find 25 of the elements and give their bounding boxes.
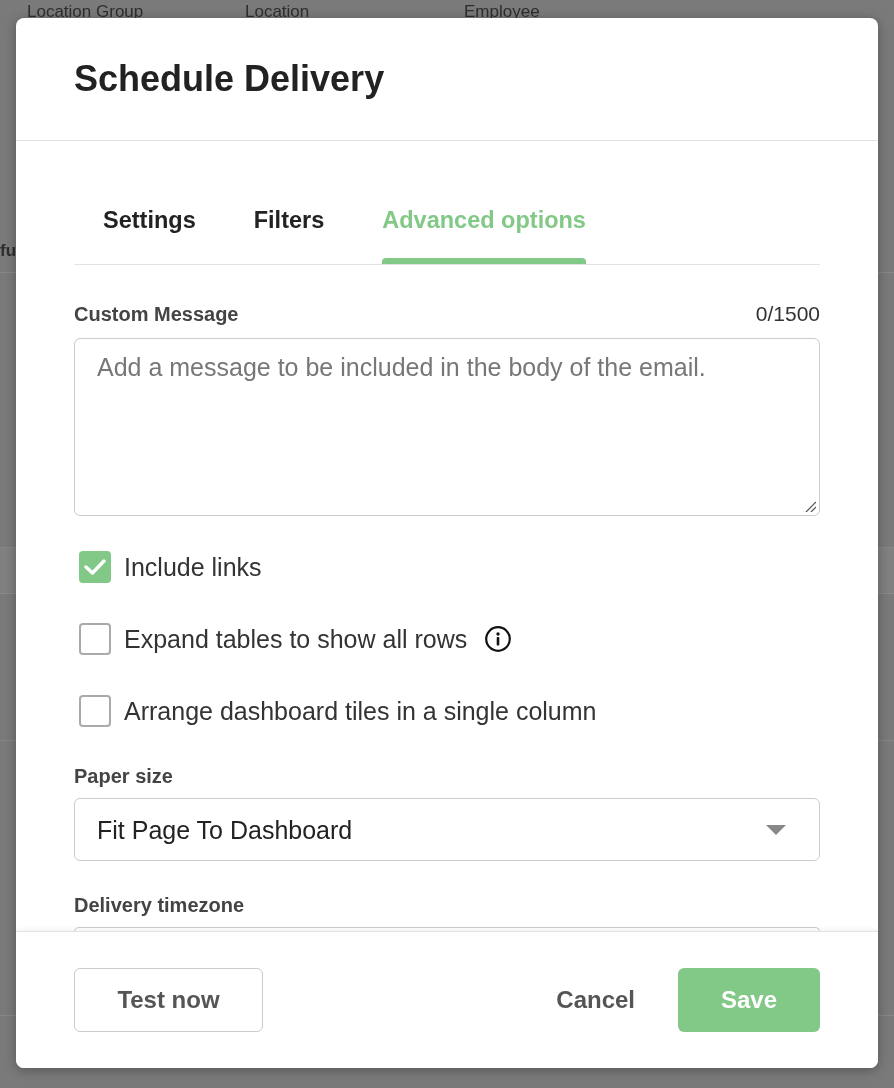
column-header: Employee [464, 2, 540, 21]
cut-off-text: fu [0, 241, 17, 261]
tab[interactable]: Filters [253, 181, 325, 264]
message-textarea[interactable]: Add a message to be included in the body of the email. [74, 338, 820, 516]
character-counter: 0/1500 [755, 303, 820, 325]
checkbox-label[interactable]: Expand tables to show all rows [124, 624, 468, 654]
caret-icon [766, 824, 786, 835]
checkbox[interactable] [79, 623, 111, 655]
paper-size-select[interactable]: Fit Page To Dashboard [74, 798, 820, 861]
tab[interactable]: Settings [103, 181, 196, 264]
checkmark-icon [84, 558, 106, 576]
checkbox[interactable] [79, 551, 111, 583]
info-icon[interactable] [485, 626, 512, 652]
checkbox-label[interactable]: Include links [124, 552, 262, 582]
field-label: Custom Message [74, 303, 239, 325]
field-label: Delivery timezone [74, 894, 246, 916]
cancel-button[interactable]: Cancel [534, 968, 657, 1032]
dialog-title: Schedule Delivery [74, 57, 385, 101]
resize-handle-icon[interactable] [805, 501, 816, 512]
checkbox[interactable] [79, 695, 111, 727]
test-now-button[interactable]: Test now [74, 968, 263, 1032]
column-header: Location Group [27, 2, 144, 21]
checkbox-label[interactable]: Arrange dashboard tiles in a single column [124, 696, 597, 726]
column-header: Location [245, 2, 310, 21]
field-label: Paper size [74, 765, 174, 787]
